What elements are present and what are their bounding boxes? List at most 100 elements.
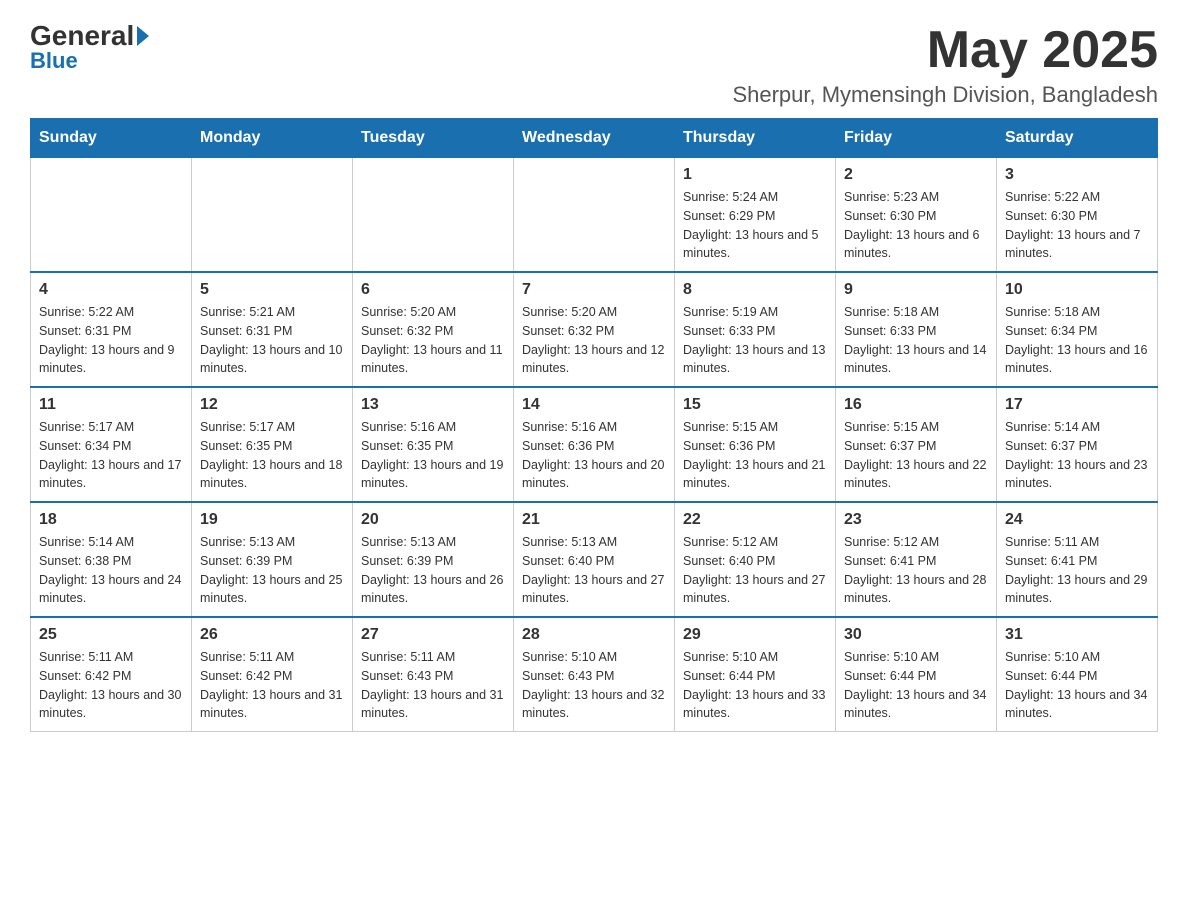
calendar-header-friday: Friday (836, 119, 997, 158)
day-number: 1 (683, 166, 827, 184)
day-number: 28 (522, 626, 666, 644)
title-section: May 2025 Sherpur, Mymensingh Division, B… (732, 20, 1158, 108)
calendar-day-cell (353, 158, 514, 273)
calendar-day-cell: 9 Sunrise: 5:18 AMSunset: 6:33 PMDaylight… (836, 272, 997, 387)
day-number: 31 (1005, 626, 1149, 644)
day-number: 11 (39, 396, 183, 414)
calendar-day-cell: 26 Sunrise: 5:11 AMSunset: 6:42 PMDayligh… (192, 617, 353, 732)
day-number: 19 (200, 511, 344, 529)
day-info: Sunrise: 5:21 AMSunset: 6:31 PMDaylight:… (200, 303, 344, 378)
calendar-day-cell: 13 Sunrise: 5:16 AMSunset: 6:35 PMDayligh… (353, 387, 514, 502)
logo: General Blue (30, 20, 149, 74)
day-info: Sunrise: 5:16 AMSunset: 6:35 PMDaylight:… (361, 418, 505, 493)
day-info: Sunrise: 5:20 AMSunset: 6:32 PMDaylight:… (522, 303, 666, 378)
day-number: 29 (683, 626, 827, 644)
calendar-day-cell: 11 Sunrise: 5:17 AMSunset: 6:34 PMDayligh… (31, 387, 192, 502)
logo-arrow-icon (137, 26, 149, 46)
day-info: Sunrise: 5:18 AMSunset: 6:33 PMDaylight:… (844, 303, 988, 378)
day-info: Sunrise: 5:22 AMSunset: 6:31 PMDaylight:… (39, 303, 183, 378)
day-info: Sunrise: 5:23 AMSunset: 6:30 PMDaylight:… (844, 188, 988, 263)
day-number: 30 (844, 626, 988, 644)
day-number: 17 (1005, 396, 1149, 414)
day-number: 3 (1005, 166, 1149, 184)
day-info: Sunrise: 5:14 AMSunset: 6:38 PMDaylight:… (39, 533, 183, 608)
calendar-header-thursday: Thursday (675, 119, 836, 158)
day-number: 9 (844, 281, 988, 299)
calendar-week-row: 25 Sunrise: 5:11 AMSunset: 6:42 PMDayligh… (31, 617, 1158, 732)
day-number: 13 (361, 396, 505, 414)
day-number: 5 (200, 281, 344, 299)
calendar-header-wednesday: Wednesday (514, 119, 675, 158)
day-number: 10 (1005, 281, 1149, 299)
day-number: 16 (844, 396, 988, 414)
day-number: 6 (361, 281, 505, 299)
day-number: 26 (200, 626, 344, 644)
calendar-day-cell: 23Sunrise: 5:12 AMSunset: 6:41 PMDayligh… (836, 502, 997, 617)
day-number: 12 (200, 396, 344, 414)
calendar-table: SundayMondayTuesdayWednesdayThursdayFrid… (30, 118, 1158, 732)
calendar-day-cell: 1Sunrise: 5:24 AMSunset: 6:29 PMDaylight… (675, 158, 836, 273)
day-number: 22 (683, 511, 827, 529)
day-info: Sunrise: 5:16 AMSunset: 6:36 PMDaylight:… (522, 418, 666, 493)
day-number: 18 (39, 511, 183, 529)
day-info: Sunrise: 5:11 AMSunset: 6:41 PMDaylight:… (1005, 533, 1149, 608)
calendar-day-cell: 5 Sunrise: 5:21 AMSunset: 6:31 PMDaylight… (192, 272, 353, 387)
day-info: Sunrise: 5:10 AMSunset: 6:44 PMDaylight:… (844, 648, 988, 723)
day-number: 27 (361, 626, 505, 644)
day-info: Sunrise: 5:13 AMSunset: 6:39 PMDaylight:… (361, 533, 505, 608)
day-info: Sunrise: 5:12 AMSunset: 6:40 PMDaylight:… (683, 533, 827, 608)
day-info: Sunrise: 5:15 AMSunset: 6:37 PMDaylight:… (844, 418, 988, 493)
calendar-day-cell: 29Sunrise: 5:10 AMSunset: 6:44 PMDayligh… (675, 617, 836, 732)
calendar-day-cell: 18 Sunrise: 5:14 AMSunset: 6:38 PMDayligh… (31, 502, 192, 617)
calendar-day-cell: 22 Sunrise: 5:12 AMSunset: 6:40 PMDayligh… (675, 502, 836, 617)
month-year-title: May 2025 (732, 20, 1158, 80)
calendar-day-cell: 7Sunrise: 5:20 AMSunset: 6:32 PMDaylight… (514, 272, 675, 387)
day-number: 24 (1005, 511, 1149, 529)
day-number: 8 (683, 281, 827, 299)
calendar-header-sunday: Sunday (31, 119, 192, 158)
calendar-day-cell: 8 Sunrise: 5:19 AMSunset: 6:33 PMDaylight… (675, 272, 836, 387)
calendar-day-cell: 6 Sunrise: 5:20 AMSunset: 6:32 PMDaylight… (353, 272, 514, 387)
calendar-day-cell (514, 158, 675, 273)
day-info: Sunrise: 5:19 AMSunset: 6:33 PMDaylight:… (683, 303, 827, 378)
day-number: 15 (683, 396, 827, 414)
calendar-day-cell: 4 Sunrise: 5:22 AMSunset: 6:31 PMDaylight… (31, 272, 192, 387)
day-info: Sunrise: 5:20 AMSunset: 6:32 PMDaylight:… (361, 303, 505, 378)
calendar-day-cell: 28Sunrise: 5:10 AMSunset: 6:43 PMDayligh… (514, 617, 675, 732)
calendar-day-cell: 16 Sunrise: 5:15 AMSunset: 6:37 PMDayligh… (836, 387, 997, 502)
day-info: Sunrise: 5:17 AMSunset: 6:35 PMDaylight:… (200, 418, 344, 493)
day-number: 14 (522, 396, 666, 414)
day-info: Sunrise: 5:15 AMSunset: 6:36 PMDaylight:… (683, 418, 827, 493)
calendar-day-cell: 25Sunrise: 5:11 AMSunset: 6:42 PMDayligh… (31, 617, 192, 732)
calendar-day-cell: 24 Sunrise: 5:11 AMSunset: 6:41 PMDayligh… (997, 502, 1158, 617)
calendar-day-cell: 12 Sunrise: 5:17 AMSunset: 6:35 PMDayligh… (192, 387, 353, 502)
day-info: Sunrise: 5:11 AMSunset: 6:43 PMDaylight:… (361, 648, 505, 723)
calendar-week-row: 1Sunrise: 5:24 AMSunset: 6:29 PMDaylight… (31, 158, 1158, 273)
day-number: 2 (844, 166, 988, 184)
calendar-day-cell: 27 Sunrise: 5:11 AMSunset: 6:43 PMDayligh… (353, 617, 514, 732)
day-info: Sunrise: 5:17 AMSunset: 6:34 PMDaylight:… (39, 418, 183, 493)
logo-blue: Blue (30, 48, 78, 74)
day-info: Sunrise: 5:12 AMSunset: 6:41 PMDaylight:… (844, 533, 988, 608)
day-info: Sunrise: 5:13 AMSunset: 6:40 PMDaylight:… (522, 533, 666, 608)
calendar-header-row: SundayMondayTuesdayWednesdayThursdayFrid… (31, 119, 1158, 158)
day-number: 25 (39, 626, 183, 644)
calendar-day-cell: 30 Sunrise: 5:10 AMSunset: 6:44 PMDayligh… (836, 617, 997, 732)
day-info: Sunrise: 5:11 AMSunset: 6:42 PMDaylight:… (200, 648, 344, 723)
page-header: General Blue May 2025 Sherpur, Mymensing… (30, 20, 1158, 108)
day-info: Sunrise: 5:10 AMSunset: 6:44 PMDaylight:… (1005, 648, 1149, 723)
calendar-day-cell: 3Sunrise: 5:22 AMSunset: 6:30 PMDaylight… (997, 158, 1158, 273)
day-info: Sunrise: 5:14 AMSunset: 6:37 PMDaylight:… (1005, 418, 1149, 493)
calendar-day-cell: 21 Sunrise: 5:13 AMSunset: 6:40 PMDayligh… (514, 502, 675, 617)
calendar-week-row: 4 Sunrise: 5:22 AMSunset: 6:31 PMDaylight… (31, 272, 1158, 387)
calendar-header-monday: Monday (192, 119, 353, 158)
day-info: Sunrise: 5:13 AMSunset: 6:39 PMDaylight:… (200, 533, 344, 608)
calendar-day-cell (192, 158, 353, 273)
day-number: 4 (39, 281, 183, 299)
day-number: 21 (522, 511, 666, 529)
calendar-header-saturday: Saturday (997, 119, 1158, 158)
day-number: 20 (361, 511, 505, 529)
day-info: Sunrise: 5:18 AMSunset: 6:34 PMDaylight:… (1005, 303, 1149, 378)
calendar-day-cell: 20 Sunrise: 5:13 AMSunset: 6:39 PMDayligh… (353, 502, 514, 617)
calendar-week-row: 18 Sunrise: 5:14 AMSunset: 6:38 PMDayligh… (31, 502, 1158, 617)
